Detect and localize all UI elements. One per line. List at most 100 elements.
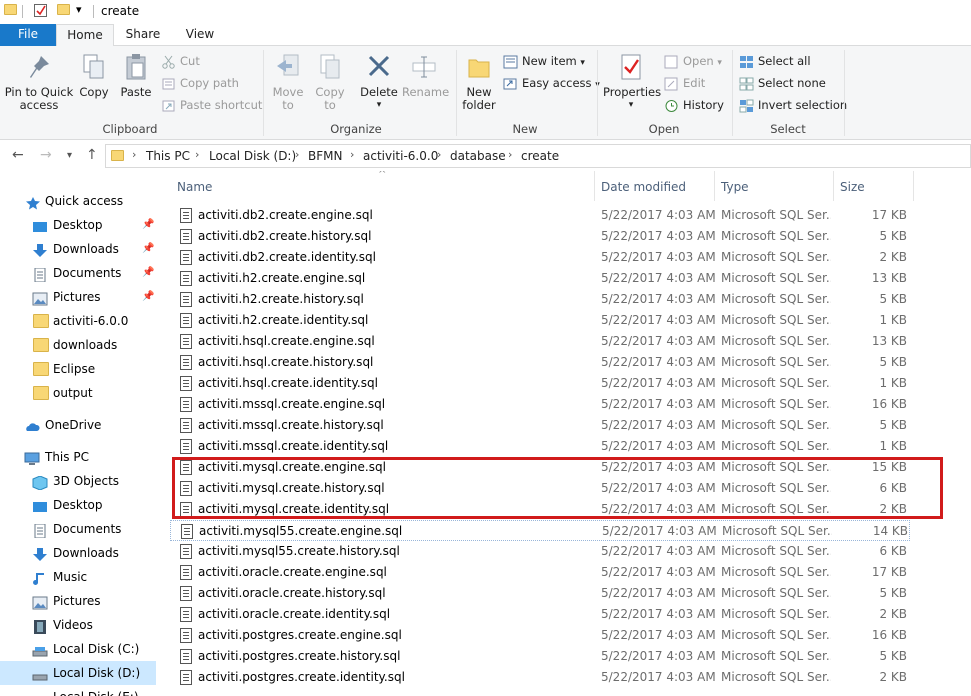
open-button[interactable]: Open ▾ [663, 52, 722, 72]
paste-shortcut-button[interactable]: Paste shortcut [160, 96, 262, 116]
nav-item-local-disk-e[interactable]: Local Disk (E:) [0, 685, 156, 696]
move-to-button[interactable]: Move to [269, 52, 307, 112]
file-row[interactable]: activiti.mssql.create.engine.sql 5/22/201… [170, 394, 910, 415]
file-row[interactable]: activiti.h2.create.engine.sql 5/22/2017 4… [170, 268, 910, 289]
new-folder-qat-icon[interactable] [57, 4, 70, 15]
column-divider[interactable] [913, 171, 914, 201]
nav-item-pc-desktop[interactable]: Desktop [0, 493, 156, 517]
history-button[interactable]: History [663, 96, 724, 116]
navigation-pane: Quick access Desktop 📌 Downloads 📌 Docum… [0, 171, 158, 696]
paste-button[interactable]: Paste [117, 52, 155, 99]
tab-home[interactable]: Home [56, 24, 114, 47]
properties-dropdown-icon[interactable]: ▾ [603, 99, 659, 112]
delete-dropdown-icon[interactable]: ▾ [359, 99, 399, 112]
nav-item-local-disk-d[interactable]: Local Disk (D:) [0, 661, 156, 685]
nav-item-3d-objects[interactable]: 3D Objects [0, 469, 156, 493]
cut-button[interactable]: Cut [160, 52, 200, 72]
breadcrumb-local-disk-d[interactable]: Local Disk (D:) [209, 149, 296, 163]
chevron-right-icon[interactable]: › [195, 148, 199, 161]
file-row[interactable]: activiti.oracle.create.identity.sql 5/22/… [170, 604, 910, 625]
file-row[interactable]: activiti.mssql.create.identity.sql 5/22/2… [170, 436, 910, 457]
properties-qat-icon[interactable] [34, 4, 47, 17]
nav-item-pc-documents[interactable]: Documents [0, 517, 156, 541]
file-row[interactable]: activiti.mysql55.create.history.sql 5/22/… [170, 541, 910, 562]
file-row[interactable]: activiti.oracle.create.engine.sql 5/22/20… [170, 562, 910, 583]
file-row[interactable]: activiti.postgres.create.engine.sql 5/22/… [170, 625, 910, 646]
new-folder-button[interactable]: New folder [460, 52, 498, 112]
nav-this-pc[interactable]: This PC [0, 445, 156, 469]
copy-button[interactable]: Copy [76, 52, 112, 99]
column-header-type[interactable]: Type [721, 176, 749, 198]
group-label-open: Open [648, 122, 680, 136]
nav-item-activiti[interactable]: activiti-6.0.0 [0, 309, 156, 333]
nav-item-pc-pictures[interactable]: Pictures [0, 589, 156, 613]
file-row[interactable]: activiti.hsql.create.engine.sql 5/22/2017… [170, 331, 910, 352]
column-divider[interactable] [714, 171, 715, 201]
file-row[interactable]: activiti.db2.create.history.sql 5/22/2017… [170, 226, 910, 247]
column-header-name[interactable]: Name [177, 176, 212, 198]
tab-file[interactable]: File [0, 24, 56, 46]
properties-button[interactable]: Properties ▾ [603, 52, 661, 112]
nav-item-eclipse[interactable]: Eclipse [0, 357, 156, 381]
nav-quick-access[interactable]: Quick access [0, 189, 156, 213]
file-row[interactable]: activiti.hsql.create.history.sql 5/22/201… [170, 352, 910, 373]
pin-to-quick-access-button[interactable]: Pin to Quick access [4, 52, 74, 112]
breadcrumb-create[interactable]: create [521, 149, 559, 163]
file-type: Microsoft SQL Ser... [721, 607, 831, 621]
chevron-right-icon[interactable]: › [508, 148, 512, 161]
qat-dropdown-icon[interactable]: ▾ [76, 3, 82, 16]
tab-share[interactable]: Share [114, 24, 172, 46]
delete-button[interactable]: Delete ▾ [359, 52, 399, 112]
breadcrumb-bfmn[interactable]: BFMN [308, 149, 342, 163]
file-date-modified: 5/22/2017 4:03 AM [601, 418, 716, 432]
tab-view[interactable]: View [172, 24, 228, 46]
file-row[interactable]: activiti.postgres.create.identity.sql 5/2… [170, 667, 910, 688]
nav-onedrive[interactable]: OneDrive [0, 413, 156, 437]
nav-item-videos[interactable]: Videos [0, 613, 156, 637]
chevron-right-icon[interactable]: › [132, 148, 136, 161]
file-row[interactable]: activiti.db2.create.identity.sql 5/22/201… [170, 247, 910, 268]
file-row[interactable]: activiti.postgres.create.history.sql 5/22… [170, 646, 910, 667]
file-row[interactable]: activiti.h2.create.history.sql 5/22/2017 … [170, 289, 910, 310]
rename-button[interactable]: Rename [402, 52, 449, 99]
file-row[interactable]: activiti.h2.create.identity.sql 5/22/2017… [170, 310, 910, 331]
nav-item-desktop[interactable]: Desktop 📌 [0, 213, 156, 237]
select-all-button[interactable]: Select all [738, 52, 811, 72]
nav-item-pc-downloads[interactable]: Downloads [0, 541, 156, 565]
copy-to-button[interactable]: Copy to [311, 52, 349, 112]
nav-item-downloads-folder[interactable]: downloads [0, 333, 156, 357]
back-arrow-icon[interactable]: ← [12, 147, 24, 163]
column-header-size[interactable]: Size [840, 176, 865, 198]
copy-path-button[interactable]: Copy path [160, 74, 239, 94]
nav-item-local-disk-c[interactable]: Local Disk (C:) [0, 637, 156, 661]
chevron-right-icon[interactable]: › [437, 148, 441, 161]
nav-item-music[interactable]: Music [0, 565, 156, 589]
recent-locations-icon[interactable]: ▾ [67, 150, 72, 161]
breadcrumb-activiti[interactable]: activiti-6.0.0 [363, 149, 438, 163]
column-divider[interactable] [594, 171, 595, 201]
file-row[interactable]: activiti.oracle.create.history.sql 5/22/2… [170, 583, 910, 604]
select-none-icon [739, 77, 754, 91]
up-arrow-icon[interactable]: ↑ [86, 147, 98, 163]
file-row[interactable]: activiti.mssql.create.history.sql 5/22/20… [170, 415, 910, 436]
new-item-button[interactable]: New item ▾ [502, 52, 585, 72]
address-box[interactable]: › This PC › Local Disk (D:) › BFMN › act… [105, 144, 971, 168]
column-divider[interactable] [833, 171, 834, 201]
nav-item-output[interactable]: output [0, 381, 156, 405]
nav-item-pictures[interactable]: Pictures 📌 [0, 285, 156, 309]
nav-item-documents[interactable]: Documents 📌 [0, 261, 156, 285]
invert-selection-button[interactable]: Invert selection [738, 96, 847, 116]
nav-item-downloads[interactable]: Downloads 📌 [0, 237, 156, 261]
file-row[interactable]: activiti.db2.create.engine.sql 5/22/2017 … [170, 205, 910, 226]
breadcrumb-this-pc[interactable]: This PC [146, 149, 190, 163]
file-row[interactable]: activiti.hsql.create.identity.sql 5/22/20… [170, 373, 910, 394]
edit-button[interactable]: Edit [663, 74, 705, 94]
easy-access-button[interactable]: Easy access ▾ [502, 74, 600, 94]
select-none-button[interactable]: Select none [738, 74, 826, 94]
forward-arrow-icon[interactable]: → [40, 147, 52, 163]
chevron-right-icon[interactable]: › [350, 148, 354, 161]
breadcrumb-database[interactable]: database [450, 149, 506, 163]
column-header-date[interactable]: Date modified [601, 176, 686, 198]
file-row[interactable]: activiti.mysql55.create.engine.sql 5/22/2… [170, 520, 910, 541]
chevron-right-icon[interactable]: › [295, 148, 299, 161]
